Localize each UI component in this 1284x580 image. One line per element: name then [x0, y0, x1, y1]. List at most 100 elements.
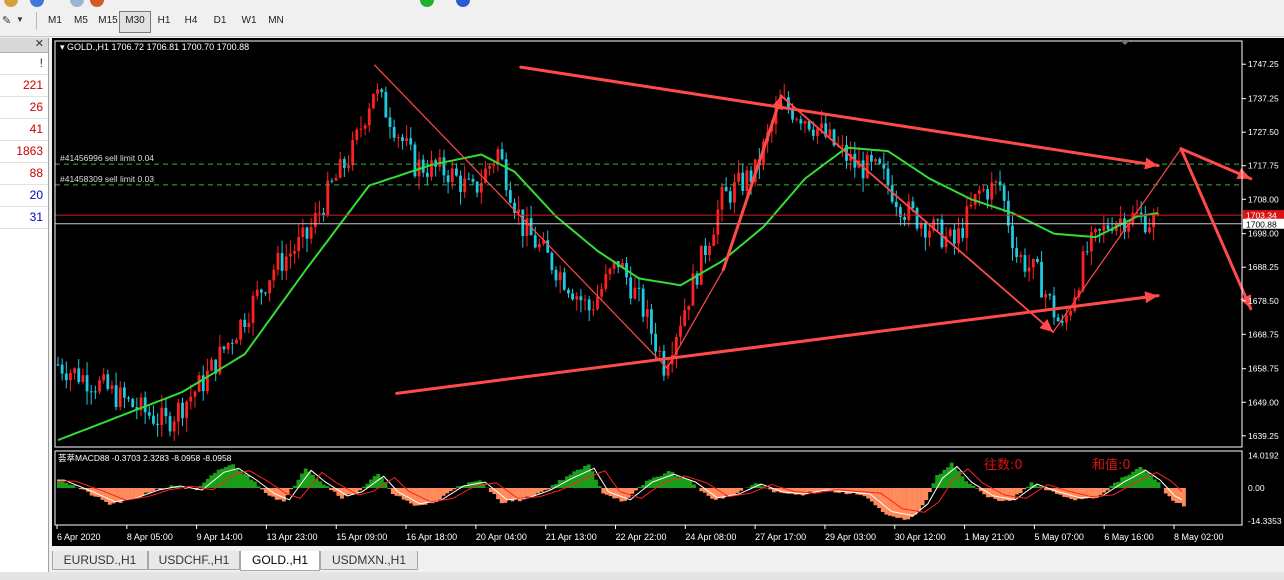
candle-body [1119, 218, 1122, 224]
y-tick-label: 1688.25 [1248, 262, 1279, 272]
candle-body [1048, 294, 1052, 296]
candle-body [351, 139, 355, 166]
macd-bar [358, 488, 363, 491]
x-tick-label: 30 Apr 12:00 [895, 532, 946, 542]
chart-tab[interactable]: EURUSD.,H1 [52, 551, 148, 570]
panel-value[interactable]: 221 [0, 75, 48, 97]
panel-value[interactable]: 41 [0, 119, 48, 141]
y-tick-label: 1737.25 [1248, 94, 1279, 104]
shift-marker-icon [1120, 40, 1130, 45]
dropdown-arrow-icon[interactable]: ▼ [16, 15, 24, 24]
toolbar-icon-1[interactable] [4, 0, 18, 7]
candle-body [388, 117, 392, 127]
macd-bar [249, 479, 254, 488]
candle-body [272, 269, 276, 281]
candle-body [994, 181, 998, 183]
macd-bar [924, 488, 929, 501]
candle-body [724, 186, 728, 192]
candle-body [127, 397, 130, 399]
price-chart[interactable]: 1747.25 1737.25 1727.50 1717.75 1708.00 1698.… [52, 38, 1284, 546]
timeframe-w1[interactable]: W1 [236, 11, 262, 31]
macd-bar [1152, 479, 1157, 488]
candle-body [886, 168, 890, 186]
candle-body [1069, 310, 1072, 316]
x-tick-label: 29 Apr 03:00 [825, 532, 876, 542]
panel-value[interactable]: ! [0, 53, 48, 75]
chart-tab[interactable]: USDCHF.,H1 [148, 551, 240, 570]
candle-body [878, 159, 882, 164]
timeframe-h4[interactable]: H4 [179, 11, 203, 31]
candle-body [168, 416, 172, 432]
macd-bar [1149, 475, 1154, 488]
candle-body [1011, 225, 1014, 249]
toolbar-icon-3[interactable] [70, 0, 84, 7]
macd-bar [1036, 486, 1041, 488]
macd-bar [1022, 488, 1027, 490]
macd-bar [917, 488, 921, 511]
drawing-tool-icon[interactable]: ✎ [2, 14, 11, 27]
candle-body [446, 175, 450, 183]
macd-bar [1105, 488, 1110, 491]
toolbar-icon-6[interactable] [456, 0, 470, 7]
price-tag-label: 1700.88 [1246, 219, 1277, 229]
candle-body [521, 209, 525, 236]
macd-bar [390, 488, 395, 494]
panel-value[interactable]: 20 [0, 185, 48, 207]
close-icon[interactable]: ✕ [35, 37, 44, 50]
candle-body [500, 149, 504, 160]
candle-body [102, 374, 106, 381]
timeframe-m1[interactable]: M1 [42, 11, 68, 31]
macd-bar [361, 486, 366, 488]
timeframe-mn[interactable]: MN [263, 11, 289, 31]
macd-bar [902, 488, 907, 520]
candle-body [131, 398, 135, 408]
macd-bar [808, 488, 813, 492]
macd-bar [409, 488, 413, 504]
macd-annotation: 往数:0 [984, 458, 1023, 473]
panel-value[interactable]: 88 [0, 163, 48, 185]
toolbar-icon-2[interactable] [30, 0, 44, 7]
candle-body [318, 212, 321, 214]
x-tick-label: 22 Apr 22:00 [616, 532, 667, 542]
candle-body [712, 234, 716, 246]
macd-bar [260, 488, 265, 490]
candle-body [525, 218, 529, 236]
macd-bar [1018, 488, 1023, 494]
candle-body [359, 128, 363, 130]
candle-body [367, 108, 371, 126]
x-tick-label: 8 Apr 05:00 [127, 532, 173, 542]
toolbar-icon-4[interactable] [90, 0, 104, 7]
timeframe-m5[interactable]: M5 [68, 11, 94, 31]
timeframe-h1[interactable]: H1 [152, 11, 176, 31]
candle-body [865, 154, 869, 179]
chart-tab[interactable]: GOLD.,H1 [240, 551, 320, 571]
toolbar-icon-5[interactable] [420, 0, 434, 7]
macd-bar [909, 488, 914, 518]
candle-body [558, 272, 562, 281]
panel-value[interactable]: 26 [0, 97, 48, 119]
candle-body [176, 402, 180, 422]
candle-body [699, 245, 703, 285]
candle-body [1036, 258, 1039, 262]
macd-y-tick-label: -14.3353 [1248, 516, 1282, 526]
chart-tab[interactable]: USDMXN.,H1 [320, 551, 418, 570]
candle-body [247, 322, 251, 328]
panel-value[interactable]: 1863 [0, 141, 48, 163]
macd-bar [282, 488, 286, 502]
panel-value[interactable]: 31 [0, 207, 48, 229]
x-tick-label: 6 Apr 2020 [57, 532, 101, 542]
x-tick-label: 16 Apr 18:00 [406, 532, 457, 542]
candle-body [77, 368, 81, 383]
macd-bar [525, 488, 529, 497]
candle-body [969, 204, 973, 207]
candle-body [123, 387, 126, 398]
candle-body [1023, 255, 1027, 272]
candle-body [874, 159, 877, 162]
macd-bar [688, 480, 693, 488]
x-tick-label: 5 May 07:00 [1034, 532, 1084, 542]
timeframe-m30[interactable]: M30 [119, 11, 151, 33]
candle-body [118, 387, 122, 407]
timeframe-d1[interactable]: D1 [208, 11, 232, 31]
candle-body [840, 144, 844, 146]
x-tick-label: 1 May 21:00 [965, 532, 1015, 542]
